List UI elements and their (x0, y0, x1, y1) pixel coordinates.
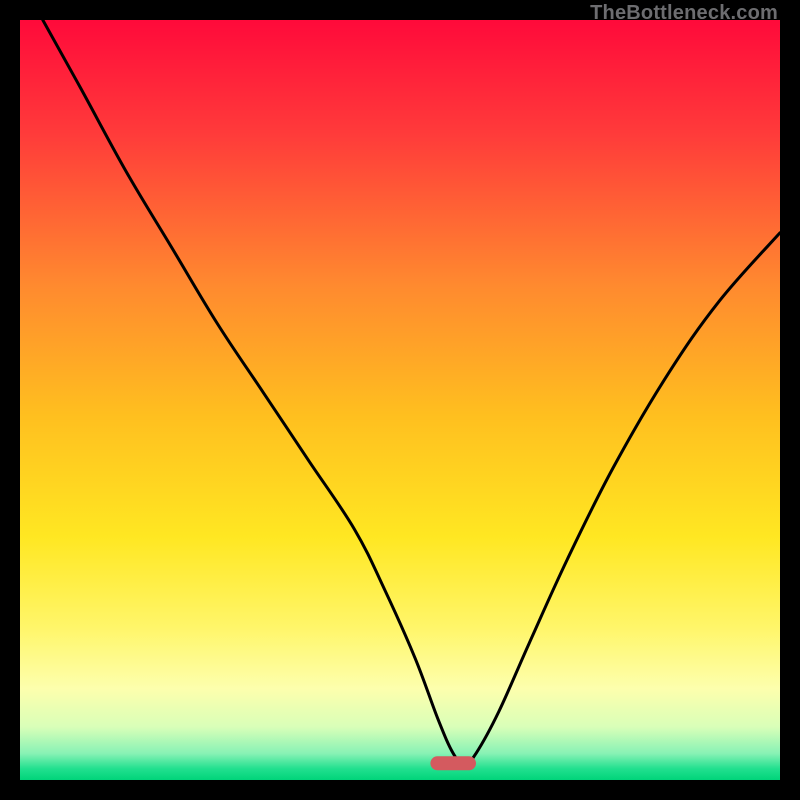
chart-frame (20, 20, 780, 780)
optimal-marker (430, 756, 476, 770)
gradient-background (20, 20, 780, 780)
watermark-text: TheBottleneck.com (590, 2, 778, 25)
bottleneck-plot (20, 20, 780, 780)
